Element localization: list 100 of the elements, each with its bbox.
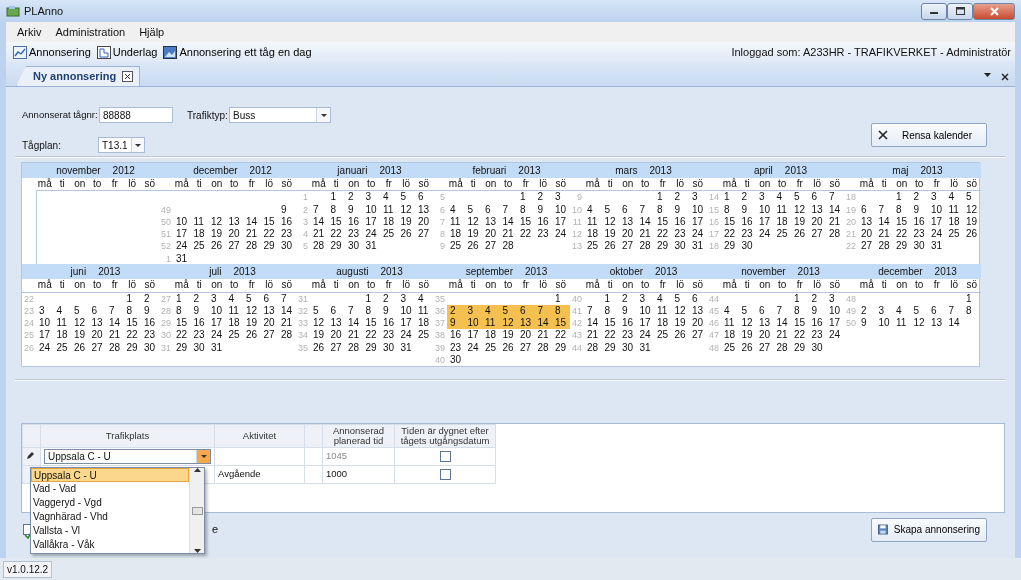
calendar-day[interactable]: 2 — [447, 304, 465, 318]
calendar-day[interactable]: 5 — [243, 292, 261, 305]
calendar-day[interactable]: 18 — [654, 317, 672, 330]
calendar-day[interactable]: 8 — [791, 304, 809, 318]
calendar-day[interactable]: 1 — [123, 292, 141, 305]
calendar-day[interactable]: 7 — [826, 191, 844, 204]
calendar-day[interactable]: 12 — [71, 317, 89, 330]
calendar-day[interactable]: 4 — [721, 304, 739, 318]
calendar-day[interactable]: 11 — [721, 317, 739, 330]
calendar-day[interactable]: 7 — [636, 203, 654, 216]
calendar-day[interactable]: 6 — [327, 304, 345, 318]
calendar-day[interactable]: 12 — [464, 215, 482, 229]
calendar-day[interactable]: 29 — [327, 240, 345, 253]
calendar-day[interactable]: 3 — [928, 191, 946, 204]
calendar-day[interactable]: 13 — [858, 215, 876, 229]
calendar-day[interactable]: 17 — [928, 215, 946, 229]
calendar-day[interactable]: 3 — [464, 304, 482, 318]
create-button[interactable]: Skapa annonsering — [871, 517, 987, 542]
calendar-day[interactable]: 16 — [190, 317, 208, 330]
calendar-day[interactable]: 4 — [415, 292, 433, 305]
calendar-day[interactable]: 25 — [584, 240, 602, 253]
calendar-day[interactable]: 21 — [499, 228, 517, 241]
calendar-day[interactable]: 20 — [619, 228, 637, 241]
calendar-day[interactable]: 28 — [243, 240, 261, 253]
calendar-day[interactable]: 17 — [826, 317, 844, 330]
calendar-day[interactable]: 27 — [327, 341, 345, 355]
calendar-day[interactable]: 19 — [963, 215, 981, 229]
toolbar-button[interactable]: Annonsering ett tåg en dag — [160, 43, 315, 61]
calendar-day[interactable]: 19 — [464, 228, 482, 241]
calendar-day[interactable]: 31 — [928, 240, 946, 253]
calendar-day[interactable]: 7 — [875, 203, 893, 216]
calendar-day[interactable]: 19 — [208, 228, 226, 241]
calendar-day[interactable]: 3 — [756, 191, 774, 204]
calendar-day[interactable]: 26 — [791, 228, 809, 241]
calendar-day[interactable]: 10 — [928, 203, 946, 216]
dropdown-item[interactable]: Vaggeryd - Vgd — [31, 496, 189, 510]
calendar-day[interactable]: 12 — [499, 317, 517, 330]
calendar-day[interactable]: 26 — [464, 240, 482, 253]
calendar-day[interactable]: 10 — [826, 304, 844, 318]
calendar-day[interactable]: 9 — [190, 304, 208, 318]
calendar-day[interactable]: 20 — [756, 329, 774, 342]
calendar-day[interactable]: 7 — [278, 292, 296, 305]
calendar-day[interactable]: 31 — [208, 341, 226, 355]
calendar-day[interactable]: 4 — [447, 203, 465, 216]
calendar-day[interactable]: 21 — [345, 329, 363, 342]
calendar-day[interactable]: 18 — [773, 215, 791, 229]
calendar-day[interactable]: 16 — [345, 215, 363, 229]
calendar-day[interactable]: 2 — [738, 191, 756, 204]
calendar-day[interactable]: 12 — [310, 317, 328, 330]
calendar-day[interactable]: 17 — [464, 329, 482, 342]
calendar-day[interactable]: 15 — [327, 215, 345, 229]
calendar-day[interactable]: 5 — [963, 191, 981, 204]
calendar-day[interactable]: 22 — [362, 329, 380, 342]
calendar-day[interactable]: 5 — [464, 203, 482, 216]
calendar-day[interactable]: 17 — [636, 317, 654, 330]
calendar-day[interactable]: 14 — [826, 203, 844, 216]
calendar-day[interactable]: 17 — [756, 215, 774, 229]
calendar-day[interactable]: 27 — [517, 341, 535, 355]
calendar-day[interactable]: 24 — [928, 228, 946, 241]
calendar-day[interactable]: 6 — [88, 304, 106, 318]
checkbox[interactable] — [439, 468, 451, 480]
dropdown-item[interactable]: Vallsta - Vl — [31, 524, 189, 538]
calendar-day[interactable]: 3 — [636, 292, 654, 305]
close-button[interactable] — [973, 2, 1015, 20]
calendar-day[interactable]: 17 — [397, 317, 415, 330]
calendar-day[interactable]: 11 — [225, 304, 243, 318]
calendar-day[interactable]: 24 — [362, 228, 380, 241]
scroll-thumb-icon[interactable] — [191, 506, 203, 515]
calendar-day[interactable]: 1 — [517, 191, 535, 204]
calendar-day[interactable]: 6 — [482, 203, 500, 216]
calendar-day[interactable]: 16 — [380, 317, 398, 330]
dropdown-item[interactable]: Uppsala C - U — [31, 468, 189, 482]
calendar-day[interactable]: 12 — [791, 203, 809, 216]
calendar-day[interactable]: 9 — [447, 317, 465, 330]
calendar-day[interactable]: 26 — [243, 329, 261, 342]
calendar-day[interactable]: 30 — [380, 341, 398, 355]
calendar-day[interactable]: 9 — [858, 317, 876, 330]
calendar-day[interactable]: 11 — [482, 317, 500, 330]
calendar-day[interactable]: 22 — [601, 329, 619, 342]
calendar-day[interactable]: 22 — [791, 329, 809, 342]
calendar-day[interactable]: 31 — [173, 252, 191, 266]
calendar-day[interactable]: 4 — [53, 304, 71, 318]
calendar-day[interactable]: 28 — [278, 329, 296, 342]
calendar-day[interactable]: 24 — [636, 329, 654, 342]
calendar-day[interactable]: 28 — [826, 228, 844, 241]
calendar-day[interactable]: 28 — [636, 240, 654, 253]
calendar-day[interactable]: 27 — [225, 240, 243, 253]
calendar-day[interactable]: 4 — [225, 292, 243, 305]
calendar-day[interactable]: 8 — [963, 304, 981, 318]
calendar-day[interactable]: 3 — [208, 292, 226, 305]
calendar-day[interactable]: 22 — [654, 228, 672, 241]
calendar-day[interactable]: 20 — [225, 228, 243, 241]
scroll-up-icon[interactable] — [193, 468, 201, 472]
calendar-day[interactable]: 14 — [875, 215, 893, 229]
calendar-day[interactable]: 2 — [345, 191, 363, 204]
calendar-day[interactable]: 28 — [499, 240, 517, 253]
calendar-day[interactable]: 6 — [689, 292, 707, 305]
calendar-day[interactable]: 24 — [689, 228, 707, 241]
calendar-day[interactable]: 11 — [893, 317, 911, 330]
calendar-day[interactable]: 22 — [123, 329, 141, 342]
